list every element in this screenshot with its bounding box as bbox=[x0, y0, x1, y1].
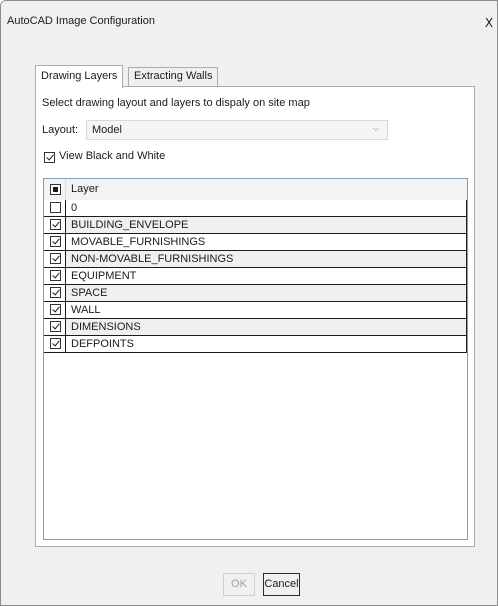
select-all-cell bbox=[44, 179, 66, 200]
layer-name: 0 bbox=[71, 202, 78, 214]
layer-row[interactable]: MOVABLE_FURNISHINGS bbox=[44, 234, 467, 251]
cancel-button[interactable]: Cancel bbox=[263, 573, 300, 596]
layer-row[interactable]: BUILDING_ENVELOPE bbox=[44, 217, 467, 234]
view-black-white-checkbox[interactable] bbox=[44, 151, 55, 163]
layer-checkbox-cell bbox=[44, 302, 66, 318]
layer-checkbox-cell bbox=[44, 234, 66, 250]
layer-checkbox[interactable] bbox=[50, 304, 61, 315]
grid-header: Layer bbox=[44, 179, 467, 201]
layer-checkbox[interactable] bbox=[50, 287, 61, 298]
view-black-white-label: View Black and White bbox=[59, 150, 166, 162]
tab-extracting-walls[interactable]: Extracting Walls bbox=[128, 67, 219, 87]
layer-rows: 0 BUILDING_ENVELOPE MOVABLE_FURNISHINGS NON… bbox=[44, 200, 467, 353]
layer-name: WALL bbox=[71, 304, 101, 316]
layer-checkbox-cell bbox=[44, 285, 66, 301]
tab-drawing-layers[interactable]: Drawing Layers bbox=[35, 65, 124, 88]
layer-row[interactable]: 0 bbox=[44, 200, 467, 217]
layout-selected-value: Model bbox=[92, 124, 122, 136]
layer-name: MOVABLE_FURNISHINGS bbox=[71, 236, 206, 248]
chevron-down-icon: ⌵ bbox=[372, 124, 379, 133]
layer-name: SPACE bbox=[71, 287, 108, 299]
autocad-image-configuration-dialog: AutoCAD Image Configuration X Drawing La… bbox=[0, 0, 498, 606]
layer-checkbox[interactable] bbox=[50, 270, 61, 281]
tab-label: Drawing Layers bbox=[41, 70, 118, 82]
layer-checkbox-cell bbox=[44, 251, 66, 267]
layer-row[interactable]: DEFPOINTS bbox=[44, 336, 467, 353]
layer-row[interactable]: SPACE bbox=[44, 285, 467, 302]
layout-label: Layout: bbox=[42, 124, 79, 136]
layer-checkbox[interactable] bbox=[50, 236, 61, 247]
drawing-layers-panel: Select drawing layout and layers to disp… bbox=[35, 86, 475, 547]
layer-checkbox[interactable] bbox=[50, 219, 61, 230]
layout-dropdown[interactable]: Model ⌵ bbox=[86, 120, 388, 140]
layer-name: EQUIPMENT bbox=[71, 270, 137, 282]
layer-row[interactable]: EQUIPMENT bbox=[44, 268, 467, 285]
instruction-text: Select drawing layout and layers to disp… bbox=[42, 97, 310, 109]
close-button[interactable]: X bbox=[479, 13, 497, 33]
title-bar: AutoCAD Image Configuration X bbox=[1, 1, 497, 41]
layers-grid: Layer 0 BUILDING_ENVELOPE MOVABLE_FURNISHI… bbox=[43, 178, 468, 540]
layer-checkbox-cell bbox=[44, 217, 66, 233]
layer-name: DIMENSIONS bbox=[71, 321, 141, 333]
layer-checkbox-cell bbox=[44, 319, 66, 335]
layer-checkbox[interactable] bbox=[50, 253, 61, 264]
tab-label: Extracting Walls bbox=[134, 70, 213, 82]
layer-checkbox[interactable] bbox=[50, 338, 61, 349]
layer-name: BUILDING_ENVELOPE bbox=[71, 219, 189, 231]
layer-name: DEFPOINTS bbox=[71, 338, 134, 350]
column-header-layer[interactable]: Layer bbox=[71, 183, 99, 195]
layer-checkbox[interactable] bbox=[50, 202, 61, 213]
select-all-checkbox[interactable] bbox=[50, 184, 61, 195]
layer-name: NON-MOVABLE_FURNISHINGS bbox=[71, 253, 234, 265]
layer-checkbox-cell bbox=[44, 336, 66, 352]
view-black-white-row[interactable]: View Black and White bbox=[44, 150, 165, 165]
ok-button[interactable]: OK bbox=[223, 573, 255, 596]
layer-row[interactable]: WALL bbox=[44, 302, 467, 319]
layer-checkbox-cell bbox=[44, 200, 66, 216]
layer-row[interactable]: DIMENSIONS bbox=[44, 319, 467, 336]
window-title: AutoCAD Image Configuration bbox=[7, 15, 155, 27]
layer-checkbox-cell bbox=[44, 268, 66, 284]
layer-checkbox[interactable] bbox=[50, 321, 61, 332]
layer-row[interactable]: NON-MOVABLE_FURNISHINGS bbox=[44, 251, 467, 268]
